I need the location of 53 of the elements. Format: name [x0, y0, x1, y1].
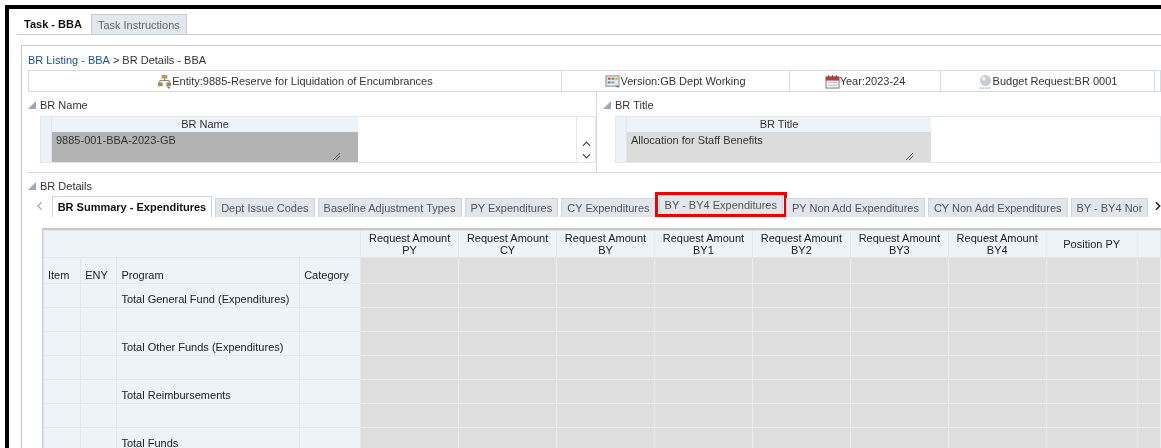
column-header: Request Amount BY2 [752, 230, 851, 258]
column-header: Program [121, 269, 164, 281]
details-tab[interactable]: PY Non Add Expenditures [785, 198, 925, 217]
text-area[interactable]: 9885-001-BBA-2023-GB [52, 132, 358, 162]
column-header: Request Amount BY [556, 230, 655, 258]
details-tab[interactable]: Baseline Adjustment Types [317, 198, 462, 217]
task-tab[interactable]: Task Instructions [90, 14, 187, 34]
details-tab[interactable]: PY Expenditures [464, 198, 559, 217]
column-header: Request Amount BY3 [850, 230, 949, 258]
resize-grip-icon[interactable] [905, 152, 913, 160]
details-tab[interactable]: BY - BY4 Nor [1070, 198, 1149, 217]
info-label: Year:2023-24 [839, 75, 906, 87]
details-tab[interactable]: BR Summary - Expenditures [51, 196, 213, 217]
scroll-left-icon[interactable] [37, 201, 43, 211]
info-label: Version:GB Dept Working [620, 75, 746, 87]
table-cell: Total Funds [121, 437, 179, 448]
collapse-icon[interactable] [28, 101, 36, 109]
collapse-icon[interactable] [603, 101, 611, 109]
table-cell: Total Other Funds (Expenditures) [121, 341, 284, 353]
scroll-right-icon[interactable] [1155, 201, 1161, 211]
column-header: Item [48, 269, 70, 281]
scroll-up-icon[interactable] [581, 141, 591, 147]
breadcrumb-separator: > [112, 54, 120, 66]
collapse-icon[interactable] [28, 182, 36, 190]
table-cell: Total Reimbursements [121, 389, 231, 401]
info-label: Entity:9885-Reserve for Liquidation of Encumbrances [172, 75, 433, 87]
column-header: Request Amount CY [458, 230, 557, 258]
details-tab[interactable]: CY Non Add Expenditures [927, 198, 1068, 217]
column-header: BR Title [627, 117, 931, 132]
info-label: Budget Request:BR 0001 [992, 75, 1118, 87]
sphere-icon [977, 73, 993, 89]
section-title: BR Title [615, 99, 654, 111]
breadcrumb-link[interactable]: BR Listing - BBA [28, 54, 110, 66]
hierarchy-icon [157, 73, 173, 89]
table-cell: Total General Fund (Expenditures) [121, 293, 290, 305]
section-title: BR Name [40, 99, 88, 111]
breadcrumb-current: BR Details - BBA [122, 54, 207, 66]
column-header: Request Amount PY [360, 230, 459, 258]
column-header: Request Amount BY1 [654, 230, 753, 258]
column-header: Request Amount BY4 [948, 230, 1047, 258]
text-area[interactable]: Allocation for Staff Benefits [627, 132, 931, 162]
column-header: Category [304, 269, 349, 281]
details-tab[interactable]: CY Expenditures [561, 198, 656, 217]
details-tab[interactable]: BY - BY4 Expenditures [658, 195, 783, 214]
column-header: Position PY [1046, 230, 1138, 258]
resize-grip-icon[interactable] [332, 152, 340, 160]
column-header: ENY [85, 269, 108, 281]
calendar-icon [824, 73, 840, 89]
scroll-down-icon[interactable] [581, 153, 591, 159]
section-title: BR Details [40, 180, 92, 192]
column-header: BR Name [52, 117, 358, 132]
grid-icon [605, 73, 621, 89]
details-tab[interactable]: Dept Issue Codes [215, 198, 315, 217]
